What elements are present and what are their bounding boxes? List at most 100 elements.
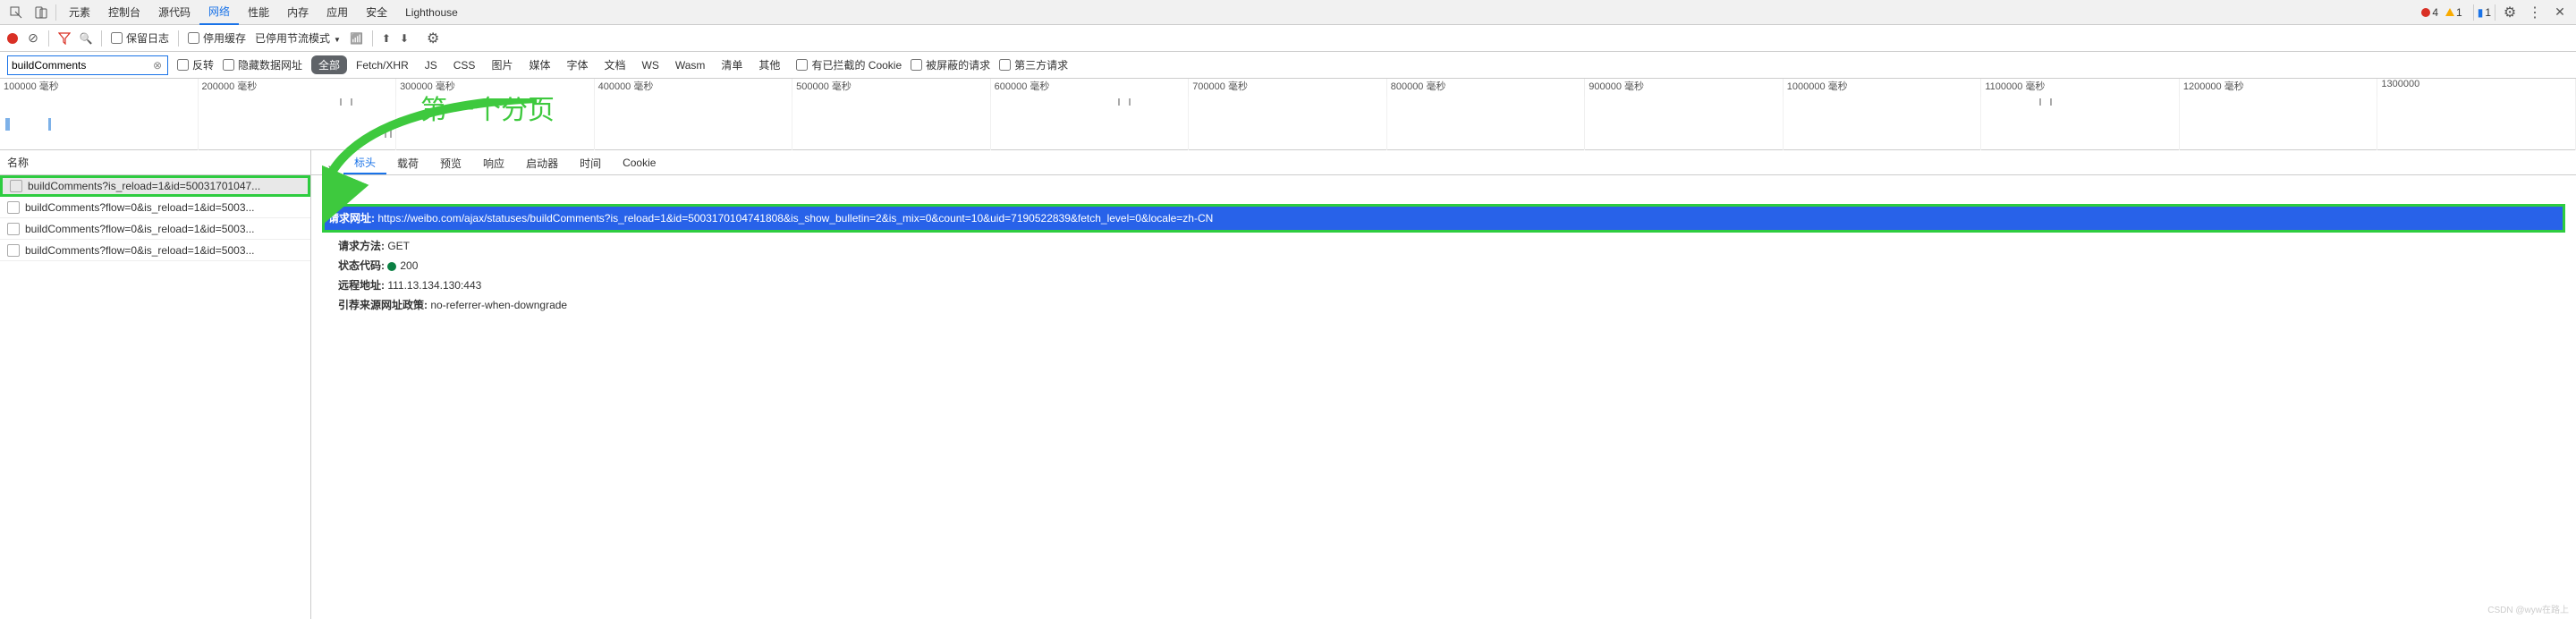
clear-icon[interactable] — [27, 32, 39, 45]
tab-应用[interactable]: 应用 — [318, 0, 357, 25]
referrer-label: 引荐来源网址政策: — [338, 299, 428, 311]
upload-har-icon[interactable] — [382, 32, 391, 45]
type-filter-10[interactable]: 清单 — [714, 55, 750, 74]
watermark: CSDN @wyw在路上 — [2487, 602, 2569, 615]
tab-网络[interactable]: 网络 — [199, 0, 239, 25]
network-main: 名称 buildComments?is_reload=1&id=50031701… — [0, 150, 2576, 619]
timeline-tick: 1200000 毫秒 — [2180, 79, 2378, 97]
detail-tab-5[interactable]: 时间 — [569, 151, 612, 174]
method-label: 请求方法: — [338, 240, 385, 252]
timeline-mark — [2050, 98, 2052, 106]
timeline-tick: 1100000 毫秒 — [1981, 79, 2180, 97]
kv-row: 状态代码: 200 — [322, 256, 2565, 276]
request-url-row: 请求网址: https://weibo.com/ajax/statuses/bu… — [322, 204, 2565, 233]
tab-元素[interactable]: 元素 — [60, 0, 99, 25]
filter-icon[interactable] — [58, 32, 71, 45]
network-settings-icon[interactable] — [427, 30, 439, 47]
request-detail-panel: × 标头载荷预览响应启动器时间Cookie 常规 请求网址: https://w… — [311, 150, 2576, 619]
preserve-log-checkbox[interactable]: 保留日志 — [111, 30, 169, 46]
tab-安全[interactable]: 安全 — [357, 0, 396, 25]
request-row[interactable]: buildComments?is_reload=1&id=50031701047… — [0, 175, 310, 197]
throttling-select[interactable]: 已停用节流模式 — [255, 30, 341, 46]
type-filter-1[interactable]: Fetch/XHR — [349, 57, 416, 73]
record-button[interactable] — [7, 33, 18, 44]
type-filter-9[interactable]: Wasm — [668, 57, 713, 73]
detail-tab-1[interactable]: 载荷 — [386, 151, 429, 174]
kv-row: 引荐来源网址政策: no-referrer-when-downgrade — [322, 295, 2565, 315]
inspect-icon[interactable] — [5, 2, 27, 23]
devtools-topbar: 元素控制台源代码网络性能内存应用安全Lighthouse 4 1 1 — [0, 0, 2576, 25]
type-filter-7[interactable]: 文档 — [597, 55, 632, 74]
network-conditions-icon[interactable] — [350, 32, 363, 45]
close-detail-icon[interactable]: × — [322, 162, 340, 174]
remote-value: 111.13.134.130:443 — [387, 279, 481, 292]
timeline-tick: 1000000 毫秒 — [1784, 79, 1982, 97]
filter-input-wrap: ⊗ — [7, 55, 168, 75]
detail-tab-0[interactable]: 标头 — [343, 151, 386, 174]
clear-filter-icon[interactable]: ⊗ — [151, 59, 164, 72]
info-count[interactable]: 1 — [2478, 6, 2491, 19]
tab-控制台[interactable]: 控制台 — [99, 0, 149, 25]
type-filter-11[interactable]: 其他 — [751, 55, 787, 74]
timeline-mark — [1129, 98, 1131, 106]
search-icon[interactable] — [80, 32, 92, 45]
general-section-title[interactable]: 常规 — [322, 181, 2565, 200]
tab-lighthouse[interactable]: Lighthouse — [396, 0, 467, 25]
timeline-overview[interactable]: 100000 毫秒200000 毫秒300000 毫秒400000 毫秒5000… — [0, 79, 2576, 150]
remote-label: 远程地址: — [338, 279, 385, 292]
type-filters: 全部Fetch/XHRJSCSS图片媒体字体文档WSWasm清单其他 — [311, 55, 787, 74]
detail-tab-4[interactable]: 启动器 — [515, 151, 569, 174]
more-icon[interactable] — [2524, 2, 2546, 23]
detail-tab-3[interactable]: 响应 — [472, 151, 515, 174]
detail-tab-2[interactable]: 预览 — [429, 151, 472, 174]
settings-icon[interactable] — [2499, 2, 2521, 23]
timeline-tick: 100000 毫秒 — [0, 79, 199, 97]
divider — [101, 30, 102, 47]
third-party-checkbox[interactable]: 第三方请求 — [999, 57, 1068, 72]
request-row[interactable]: buildComments?flow=0&is_reload=1&id=5003… — [0, 197, 310, 218]
tab-源代码[interactable]: 源代码 — [149, 0, 199, 25]
timeline-mark — [1118, 98, 1120, 106]
disable-cache-checkbox[interactable]: 停用缓存 — [188, 30, 246, 46]
close-devtools-icon[interactable] — [2549, 2, 2571, 23]
timeline-mark — [340, 98, 342, 106]
divider — [178, 30, 179, 47]
url-value: https://weibo.com/ajax/statuses/buildCom… — [377, 212, 1213, 225]
blocked-cookies-checkbox[interactable]: 有已拦截的 Cookie — [796, 57, 902, 72]
tab-性能[interactable]: 性能 — [239, 0, 278, 25]
console-status[interactable]: 4 1 — [2414, 6, 2469, 19]
request-row[interactable]: buildComments?flow=0&is_reload=1&id=5003… — [0, 240, 310, 261]
hide-data-urls-checkbox[interactable]: 隐藏数据网址 — [223, 57, 302, 72]
timeline-tick: 800000 毫秒 — [1387, 79, 1586, 97]
kv-row: 远程地址: 111.13.134.130:443 — [322, 276, 2565, 295]
type-filter-5[interactable]: 媒体 — [521, 55, 557, 74]
timeline-tick: 200000 毫秒 — [199, 79, 397, 97]
invert-checkbox[interactable]: 反转 — [177, 57, 214, 72]
kv-row: 请求方法: GET — [322, 236, 2565, 256]
error-count[interactable]: 4 — [2421, 6, 2438, 19]
network-toolbar: 保留日志 停用缓存 已停用节流模式 — [0, 25, 2576, 52]
type-filter-8[interactable]: WS — [635, 57, 666, 73]
detail-tabs: × 标头载荷预览响应启动器时间Cookie — [311, 150, 2576, 175]
type-filter-3[interactable]: CSS — [446, 57, 483, 73]
method-value: GET — [387, 240, 410, 252]
device-toggle-icon[interactable] — [30, 2, 52, 23]
type-filter-0[interactable]: 全部 — [311, 55, 347, 74]
detail-tab-6[interactable]: Cookie — [612, 151, 666, 174]
type-filter-6[interactable]: 字体 — [559, 55, 595, 74]
status-value: 200 — [400, 259, 418, 272]
type-filter-4[interactable]: 图片 — [484, 55, 520, 74]
type-filter-2[interactable]: JS — [418, 57, 445, 73]
download-har-icon[interactable] — [400, 32, 409, 45]
blocked-requests-checkbox[interactable]: 被屏蔽的请求 — [911, 57, 990, 72]
request-row[interactable]: buildComments?flow=0&is_reload=1&id=5003… — [0, 218, 310, 240]
filter-input[interactable] — [12, 59, 151, 72]
timeline-tick: 300000 毫秒 — [396, 79, 595, 97]
request-list-header[interactable]: 名称 — [0, 150, 310, 175]
warning-count[interactable]: 1 — [2445, 6, 2462, 19]
tab-内存[interactable]: 内存 — [278, 0, 318, 25]
timeline-tick: 1300000 — [2377, 79, 2576, 97]
chevron-down-icon — [334, 32, 341, 45]
timeline-tick: 400000 毫秒 — [595, 79, 793, 97]
detail-body: 常规 请求网址: https://weibo.com/ajax/statuses… — [311, 175, 2576, 619]
